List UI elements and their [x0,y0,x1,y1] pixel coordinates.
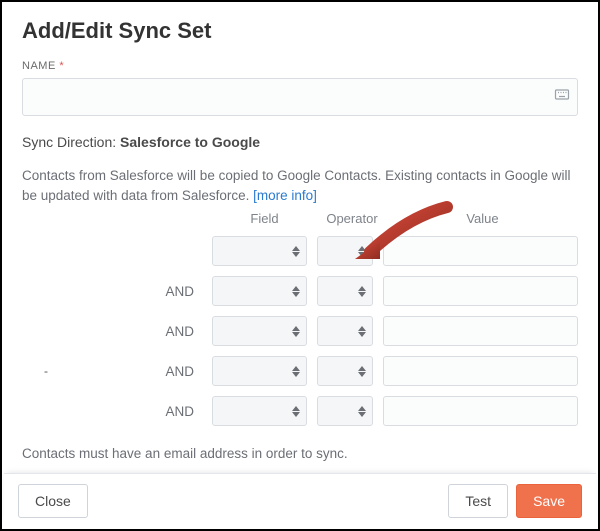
name-label: NAME * [22,60,578,72]
sync-note: Contacts must have an email address in o… [22,446,578,475]
select-caret-icon [292,326,300,337]
filter-row [22,236,578,266]
field-select[interactable] [212,356,307,386]
select-caret-icon [292,286,300,297]
col-header-operator: Operator [317,211,387,226]
field-select[interactable] [212,236,307,266]
select-caret-icon [358,366,366,377]
select-caret-icon [292,366,300,377]
row-dash: - [44,364,48,378]
name-input[interactable] [22,78,578,116]
dialog-title: Add/Edit Sync Set [22,18,578,44]
filter-row: AND [22,316,578,346]
close-button[interactable]: Close [18,484,88,518]
sync-description: Contacts from Salesforce will be copied … [22,166,578,205]
value-input[interactable] [383,356,578,386]
value-input[interactable] [383,236,578,266]
save-button[interactable]: Save [516,484,582,518]
field-select[interactable] [212,396,307,426]
sync-direction-value: Salesforce to Google [120,134,260,150]
operator-select[interactable] [317,276,373,306]
field-select[interactable] [212,316,307,346]
filter-table: Field Operator Value ANDAND-ANDAND [22,211,578,426]
and-label: AND [22,284,212,299]
operator-select[interactable] [317,356,373,386]
select-caret-icon [358,286,366,297]
filter-row: AND [22,396,578,426]
required-asterisk: * [59,60,64,72]
filter-row: AND [22,276,578,306]
and-label: AND [22,364,212,379]
select-caret-icon [358,246,366,257]
operator-select[interactable] [317,396,373,426]
select-caret-icon [292,406,300,417]
more-info-link[interactable]: [more info] [253,188,317,203]
col-header-value: Value [387,211,578,226]
test-button[interactable]: Test [448,484,508,518]
dialog-footer: Close Test Save [4,473,596,527]
value-input[interactable] [383,316,578,346]
select-caret-icon [358,406,366,417]
sync-direction-line: Sync Direction: Salesforce to Google [22,134,578,150]
select-caret-icon [292,246,300,257]
keyboard-icon [554,87,570,108]
select-caret-icon [358,326,366,337]
and-label: AND [22,404,212,419]
field-select[interactable] [212,276,307,306]
filter-row: -AND [22,356,578,386]
value-input[interactable] [383,276,578,306]
operator-select[interactable] [317,236,373,266]
operator-select[interactable] [317,316,373,346]
value-input[interactable] [383,396,578,426]
and-label: AND [22,324,212,339]
col-header-field: Field [212,211,317,226]
